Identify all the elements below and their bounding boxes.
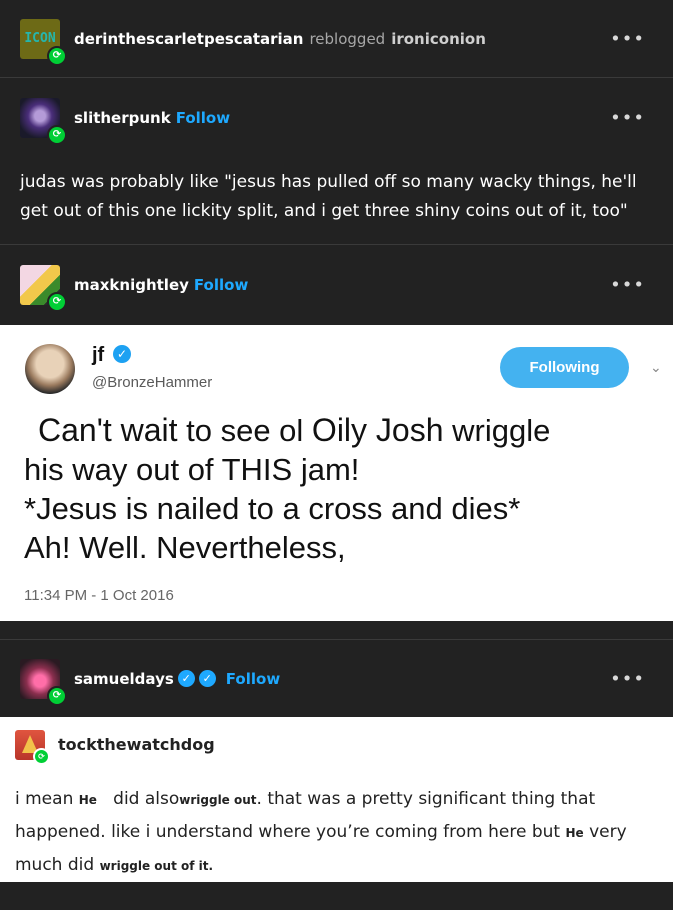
tockthewatchdog-avatar[interactable]: ⟳ <box>15 730 50 765</box>
more-options-icon[interactable]: ••• <box>610 108 645 129</box>
verified-icon: ✓ <box>113 345 131 363</box>
slitherpunk-avatar[interactable]: ⟳ <box>20 98 67 145</box>
tweet-line-3: *Jesus is nailed to a cross and dies* <box>24 491 521 526</box>
reblogger-username[interactable]: derinthescarletpescatarian <box>74 30 303 48</box>
reblogger-avatar[interactable]: ICON ⟳ <box>20 18 67 66</box>
text-fragment: wriggle out of it. <box>99 859 214 873</box>
reblog-icon: ⟳ <box>47 292 67 312</box>
reblog-icon: ⟳ <box>47 45 67 66</box>
tweet-line-1: Can't wait to see ol Oily Josh wriggle <box>24 411 550 450</box>
samueldays-avatar[interactable]: ⟳ <box>20 658 67 706</box>
post-header-slitherpunk: ⟳ slitherpunk Follow ••• <box>0 78 673 158</box>
reblogged-label: reblogged <box>309 29 386 48</box>
reblog-icon: ⟳ <box>47 125 67 145</box>
maxknightley-avatar[interactable]: ⟳ <box>20 265 67 312</box>
post-text: judas was probably like "jesus has pulle… <box>20 172 637 221</box>
tweet-fragment: to see ol <box>177 413 312 448</box>
tweet-screenshot: jf ✓ @BronzeHammer Following ⌄ Can't wai… <box>0 325 673 621</box>
tweet-avatar <box>25 344 75 394</box>
tweet-fragment: wriggle <box>443 413 551 448</box>
text-fragment: i mean <box>15 789 79 809</box>
tweet-display-name: jf <box>92 344 105 366</box>
following-button[interactable]: Following <box>500 347 629 388</box>
text-fragment: wriggle out <box>179 793 257 807</box>
tweet-line-2: his way out of THIS jam! <box>24 452 360 487</box>
follow-button[interactable]: Follow <box>176 109 230 127</box>
source-username[interactable]: ironiconion <box>391 30 486 48</box>
reblog-content: ⟳ tockthewatchdog i mean He did alsowrig… <box>0 717 673 882</box>
more-options-icon[interactable]: ••• <box>610 275 645 296</box>
post-username[interactable]: slitherpunk <box>74 109 171 127</box>
more-options-icon[interactable]: ••• <box>610 28 645 49</box>
reblog-icon: ⟳ <box>47 685 67 706</box>
follow-button[interactable]: Follow <box>194 276 248 294</box>
tweet-line-4: Ah! Well. Nevertheless, <box>24 530 346 565</box>
text-fragment: He <box>565 826 584 840</box>
post-username[interactable]: maxknightley <box>74 276 189 294</box>
tweet-fragment: Can't wait <box>38 412 178 448</box>
text-fragment: He <box>78 793 97 807</box>
spacer <box>0 621 673 639</box>
follow-button[interactable]: Follow <box>226 670 280 688</box>
post-username[interactable]: samueldays <box>74 670 174 688</box>
avatar-text: ICON <box>24 31 56 46</box>
verified-icon: ✓ <box>198 670 216 687</box>
reblog-header: ICON ⟳ derinthescarletpescatarian reblog… <box>0 0 673 77</box>
reblog-icon: ⟳ <box>33 748 50 765</box>
tweet-timestamp: 11:34 PM - 1 Oct 2016 <box>24 587 174 604</box>
more-options-icon[interactable]: ••• <box>610 668 645 689</box>
tweet-fragment: Oily Josh <box>311 412 444 448</box>
verified-icon: ✓ <box>177 670 195 687</box>
reblog-text: i mean He did alsowriggle out. that was … <box>15 783 665 882</box>
tweet-text: Can't wait to see ol Oily Josh wriggle h… <box>24 411 550 567</box>
post-header-samueldays: ⟳ samueldays ✓ ✓ Follow ••• <box>0 640 673 717</box>
tweet-handle: @BronzeHammer <box>92 374 213 391</box>
post-header-maxknightley: ⟳ maxknightley Follow ••• <box>0 245 673 325</box>
text-fragment: did also <box>96 789 180 809</box>
reblog-username[interactable]: tockthewatchdog <box>58 735 215 754</box>
chevron-down-icon[interactable]: ⌄ <box>650 359 662 376</box>
